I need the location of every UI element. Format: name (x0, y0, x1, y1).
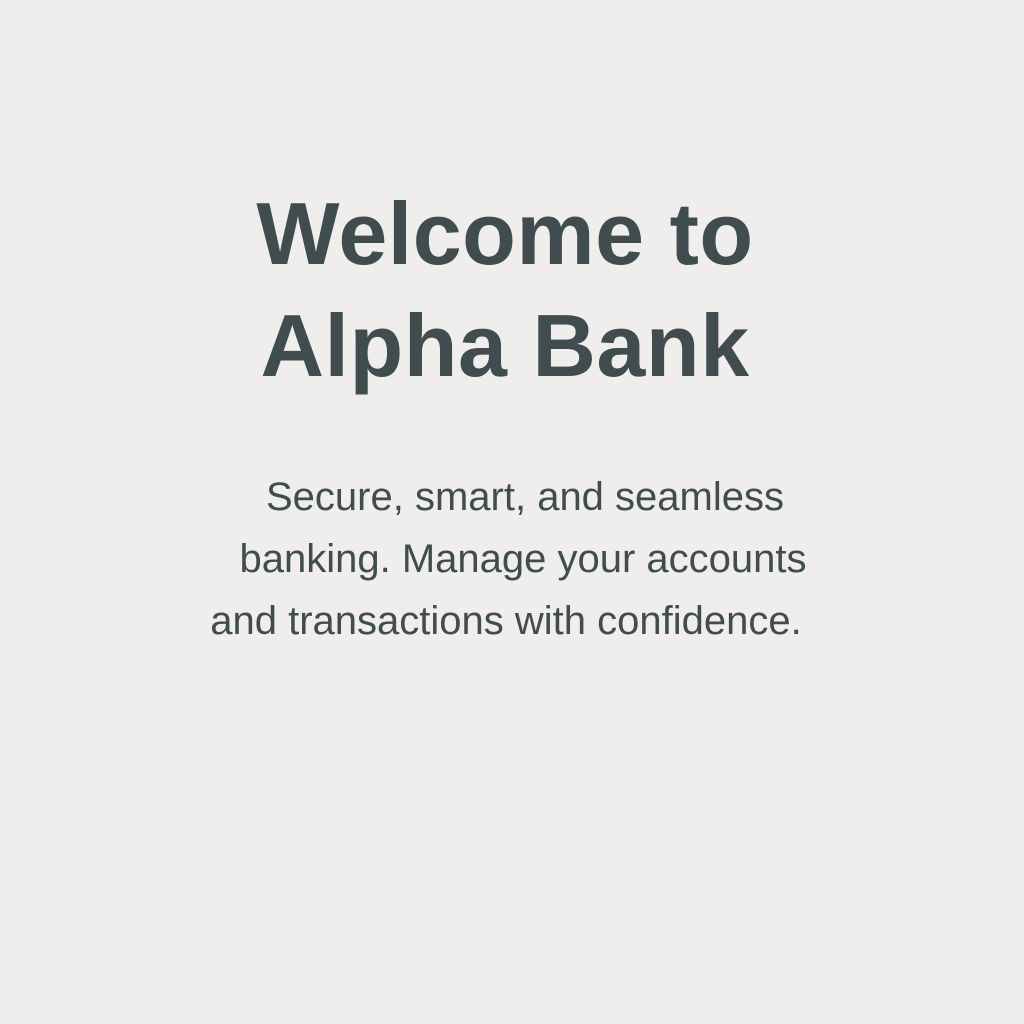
page-title: Welcome to Alpha Bank (0, 178, 1010, 402)
title-line-2: Alpha Bank (260, 296, 750, 395)
welcome-screen: Welcome to Alpha Bank Secure, smart, and… (0, 0, 1024, 1024)
description-line-3: and transactions with confidence. (210, 599, 802, 643)
welcome-description: Secure, smart, and seamless banking. Man… (0, 466, 1024, 652)
description-line-1: Secure, smart, and seamless (266, 475, 784, 519)
description-line-2: banking. Manage your accounts (239, 537, 807, 581)
title-line-1: Welcome to (256, 184, 754, 283)
